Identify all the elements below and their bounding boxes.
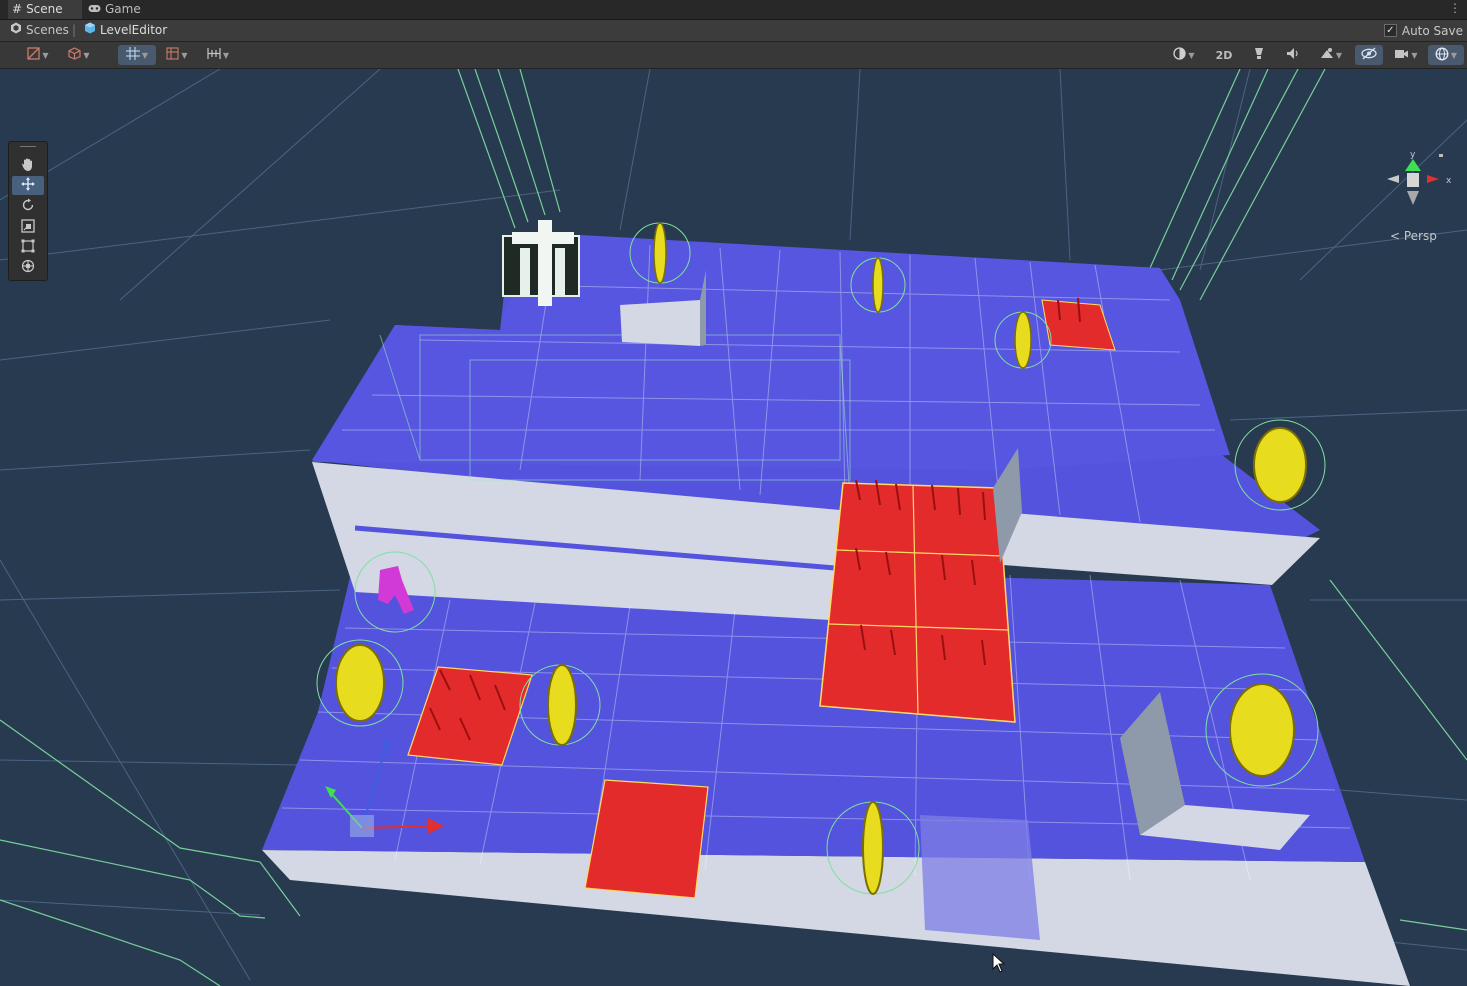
breadcrumb: Scenes | LevelEditor ✓ Auto Save (0, 20, 1467, 42)
transform-tool[interactable] (12, 258, 44, 277)
chevron-down-icon: ▼ (1188, 50, 1195, 60)
chevron-down-icon: ▼ (1335, 50, 1343, 60)
light-bulb-icon (1253, 47, 1265, 64)
breadcrumb-level-label: LevelEditor (100, 23, 168, 37)
gizmo-y-label: y (1410, 150, 1416, 160)
effects-dropdown[interactable]: ▼ (1312, 45, 1350, 65)
gizmo-negy-axis[interactable] (1407, 191, 1419, 205)
increment-snap-dropdown[interactable]: ▼ (159, 45, 195, 65)
2d-toggle-button[interactable]: 2D (1210, 45, 1238, 65)
hand-icon (21, 157, 35, 175)
chevron-down-icon: ▼ (181, 50, 188, 60)
breadcrumb-separator: | (72, 23, 77, 37)
breadcrumb-level-editor[interactable]: LevelEditor (84, 20, 167, 41)
unity-logo-icon (10, 20, 22, 41)
projection-toggle-label[interactable]: < Persp (1390, 229, 1437, 243)
scale-icon (21, 219, 35, 236)
camera-settings-dropdown[interactable]: ▼ (1387, 45, 1425, 65)
shading-mode-dropdown[interactable]: ▼ (1166, 45, 1202, 65)
gizmo-x-label: x (1446, 176, 1452, 186)
tab-game[interactable]: Game (84, 0, 160, 19)
gizmo-negx-axis[interactable] (1387, 175, 1399, 183)
sphere-icon (1173, 47, 1187, 63)
tab-game-label: Game (105, 2, 141, 16)
effects-icon (1320, 47, 1334, 63)
move-arrows-icon (21, 177, 35, 194)
gizmos-dropdown[interactable]: ▼ (1428, 45, 1464, 65)
gizmo-x-axis[interactable] (1427, 175, 1439, 183)
tool-panel (8, 141, 48, 281)
cube-icon (68, 47, 82, 63)
align-icon (207, 47, 221, 63)
floor-front-face (262, 850, 1410, 986)
tab-scene[interactable]: # Scene (8, 0, 82, 19)
grid-snap-dropdown[interactable]: ▼ (118, 45, 156, 65)
align-dropdown[interactable]: ▼ (199, 45, 237, 65)
scale-tool[interactable] (12, 218, 44, 237)
chevron-down-icon: ▼ (83, 50, 90, 60)
shaded-draw-icon (27, 47, 41, 63)
rotate-tool[interactable] (12, 197, 44, 216)
gizmo-z-marker (1439, 154, 1443, 157)
2d-toggle-label: 2D (1215, 48, 1233, 62)
tab-scene-label: Scene (26, 2, 63, 16)
hovered-tile (920, 815, 1040, 940)
hand-tool[interactable] (12, 156, 44, 175)
crate-block (620, 300, 700, 346)
auto-save-toggle[interactable]: ✓ Auto Save (1383, 20, 1463, 41)
gizmo-center-cube[interactable] (1407, 173, 1419, 187)
transform-icon (21, 259, 35, 276)
breadcrumb-scenes[interactable]: Scenes (10, 20, 69, 41)
grid-icon: # (12, 2, 23, 16)
camera-icon (1394, 48, 1409, 63)
chevron-down-icon: ▼ (42, 50, 49, 60)
breadcrumb-scenes-label: Scenes (26, 23, 69, 37)
gizmo-globe-icon (1435, 47, 1449, 64)
lighting-toggle[interactable] (1246, 45, 1272, 65)
move-tool[interactable] (12, 176, 44, 195)
audio-icon (1286, 47, 1300, 63)
chevron-down-icon: ▼ (141, 50, 149, 60)
draw-mode-dropdown[interactable]: ▼ (20, 45, 56, 65)
render-mode-dropdown[interactable]: ▼ (61, 45, 97, 65)
spike-tile-front (584, 779, 709, 899)
auto-save-checkbox[interactable]: ✓ (1383, 24, 1397, 37)
scene-viewport[interactable]: y x < Persp (0, 69, 1467, 986)
prefab-cube-icon (84, 20, 96, 41)
rect-transform-icon (21, 239, 35, 256)
snap-grid-icon (166, 47, 179, 63)
chevron-down-icon: ▼ (1411, 50, 1418, 60)
panel-grip[interactable] (12, 144, 44, 148)
level-render (0, 69, 1467, 986)
editor-tab-bar: # Scene Game ⋮ (0, 0, 1467, 20)
mouse-pointer-icon (992, 952, 1006, 976)
chevron-down-icon: ▼ (1450, 50, 1458, 60)
gizmo-y-axis[interactable] (1405, 159, 1421, 171)
scene-visibility-toggle[interactable] (1355, 45, 1383, 65)
gamepad-icon (88, 0, 101, 19)
eye-slash-icon (1361, 47, 1377, 63)
scene-toolbar: ▼ ▼ ▼ ▼ ▼ ▼ 2D ▼ ▼ ▼ (0, 42, 1467, 69)
rect-tool[interactable] (12, 238, 44, 257)
rotate-icon (21, 198, 35, 215)
chevron-down-icon: ▼ (222, 50, 230, 60)
upper-floor-top (312, 235, 1230, 470)
exit-gate (502, 220, 580, 306)
grid-snap-icon (125, 47, 140, 63)
audio-toggle[interactable] (1280, 45, 1306, 65)
auto-save-label: Auto Save (1401, 23, 1463, 38)
kebab-menu-icon[interactable]: ⋮ (1449, 1, 1461, 15)
